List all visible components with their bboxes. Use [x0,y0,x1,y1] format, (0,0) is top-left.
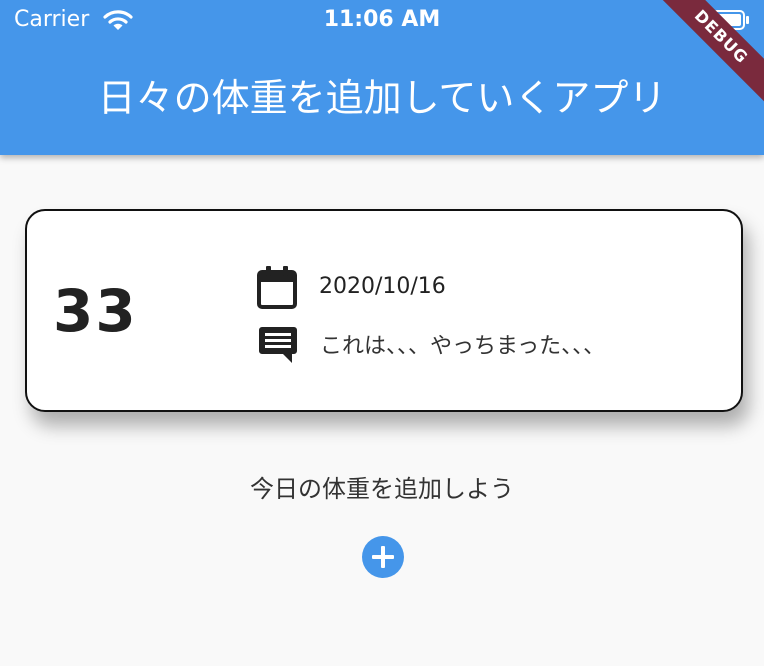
calendar-icon [257,266,297,309]
status-time: 11:06 AM [323,7,441,32]
app-title: 日々の体重を追加していくアプリ [97,76,667,120]
weight-value: 33 [53,277,138,345]
entry-date: 2020/10/16 [319,274,446,299]
add-weight-prompt: 今日の体重を追加しよう [250,475,514,503]
add-weight-button[interactable] [362,536,404,578]
app-screen: Carrier 11:06 AM 日々の体重を追加していくアプリ DEBUG 3… [0,0,764,666]
add-circle-icon [372,546,394,568]
weight-entry-card[interactable]: 33 2020/10/16 これは、、、やっちまった、、、 [25,209,743,412]
app-bar: Carrier 11:06 AM 日々の体重を追加していくアプリ [0,0,764,155]
comment-icon [259,327,297,363]
entry-comment: これは、、、やっちまった、、、 [320,334,606,359]
